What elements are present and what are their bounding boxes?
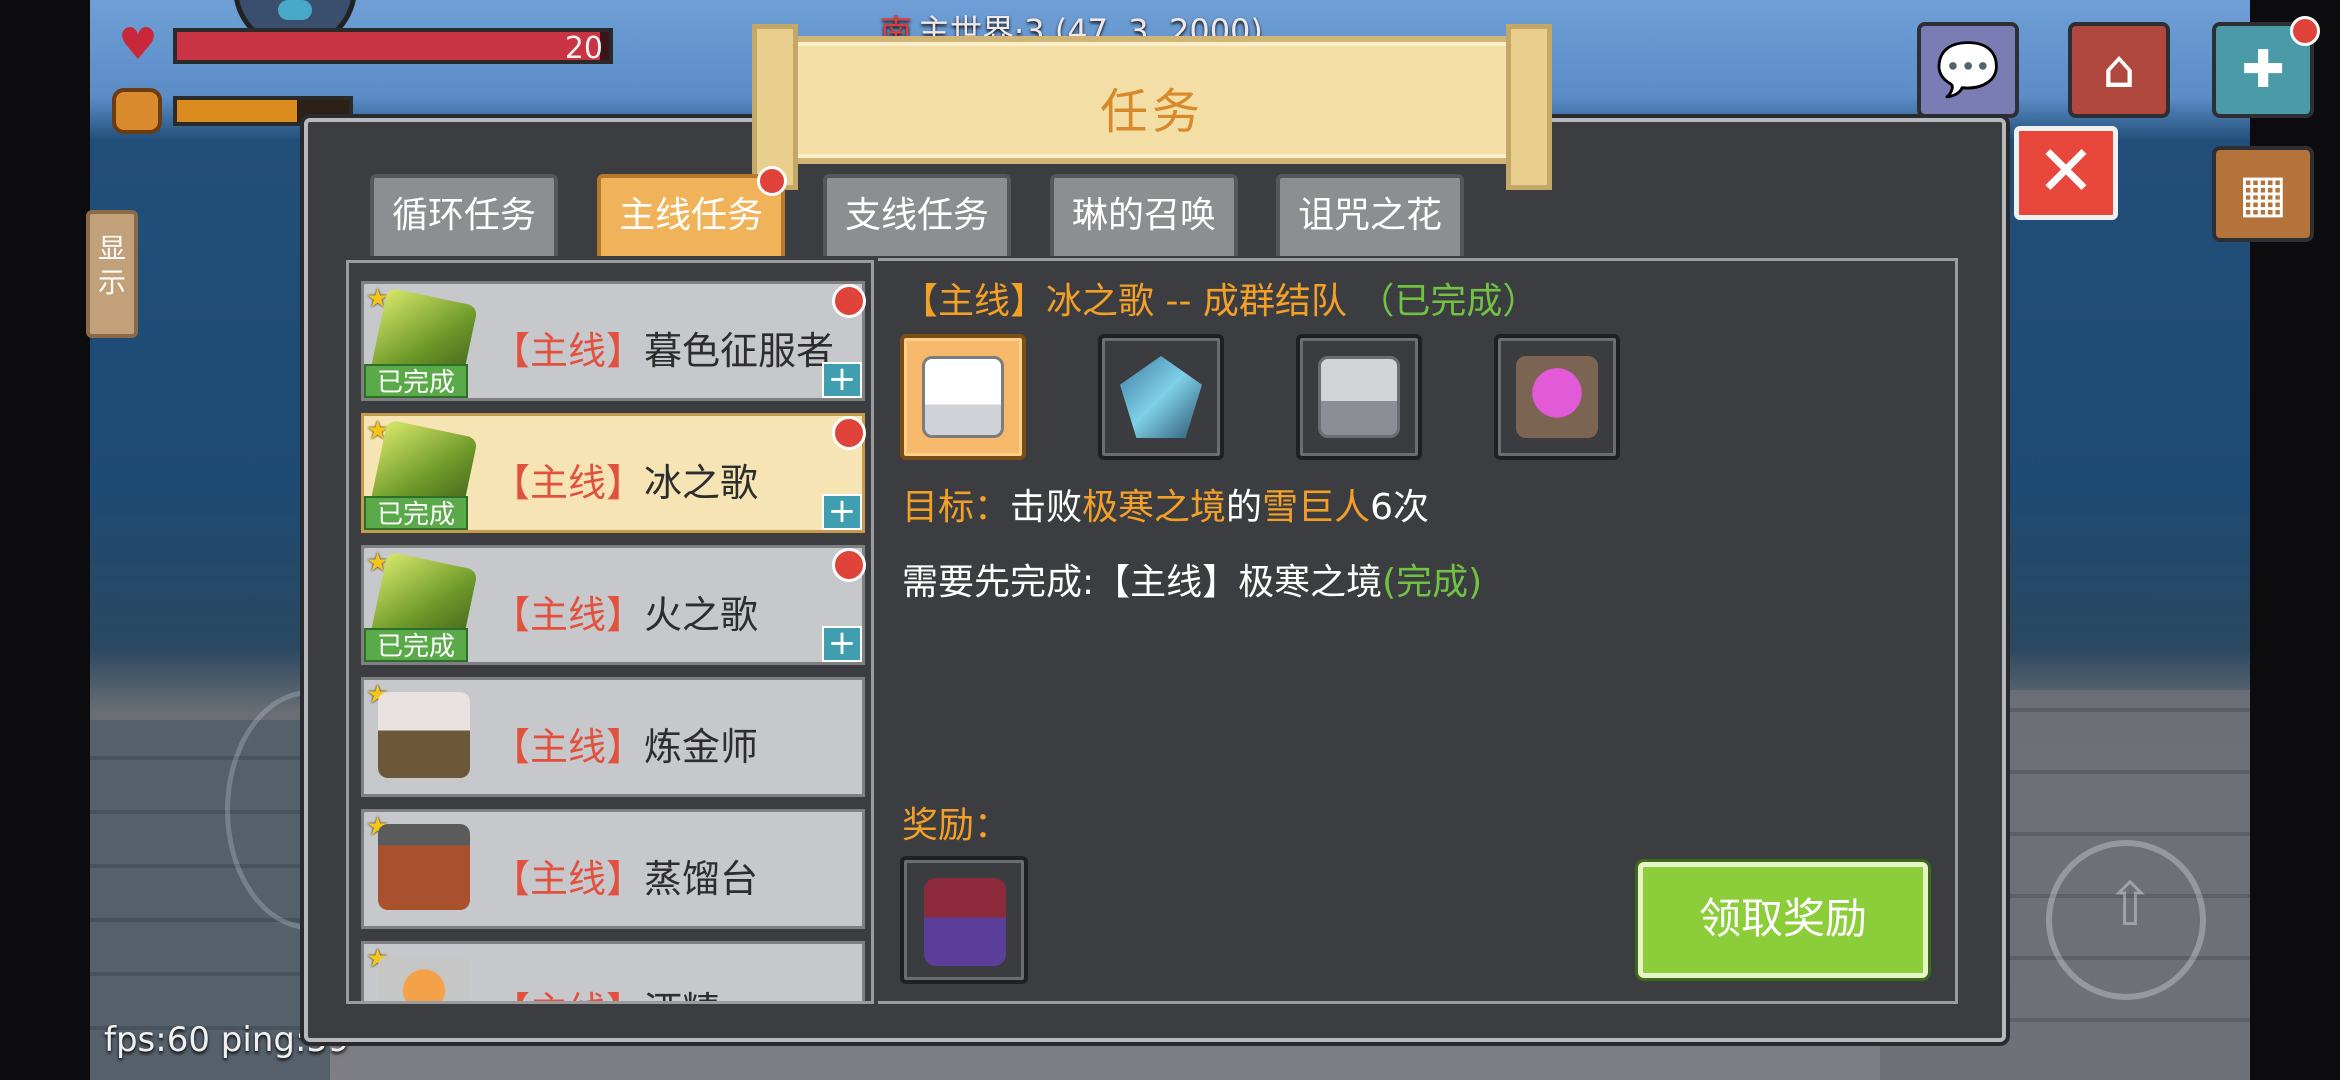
- close-button[interactable]: ✕: [2014, 126, 2118, 220]
- target-slot-selected[interactable]: [900, 334, 1026, 460]
- tab-label: 主线任务: [618, 195, 763, 236]
- health-value: 20: [564, 31, 603, 66]
- tab-label: 琳的召唤: [1071, 195, 1216, 236]
- tab-label: 诅咒之花: [1297, 195, 1442, 236]
- health-bar-fill: [177, 32, 601, 60]
- blocks-button[interactable]: ▦: [2212, 146, 2314, 242]
- expand-plus-button[interactable]: +: [822, 362, 862, 398]
- quest-prerequisite: 需要先完成:【主线】极寒之境(完成): [902, 562, 1483, 603]
- spirit-lamp-icon: [378, 956, 470, 1001]
- completed-label: 已完成: [364, 628, 468, 662]
- health-bar: 20: [173, 28, 613, 66]
- quest-title: 【主线】蒸馏台: [492, 857, 759, 901]
- tab-label: 支线任务: [844, 195, 989, 236]
- up-arrow-icon: ⇧: [2105, 870, 2156, 940]
- cubes-icon: ▦: [2238, 164, 2288, 224]
- add-button[interactable]: ✚: [2212, 16, 2320, 118]
- ice-shard-icon: [1120, 356, 1202, 438]
- alchemy-table-icon: [378, 692, 470, 778]
- completed-label: 已完成: [364, 496, 468, 530]
- tab-main-quests[interactable]: 主线任务: [597, 166, 787, 256]
- gift-bag-icon: [924, 878, 1006, 966]
- target-slot[interactable]: [1296, 334, 1422, 460]
- quest-item[interactable]: ★ 【主线】酒精: [361, 941, 865, 1001]
- chat-bubble-icon: 💬: [1935, 40, 2001, 100]
- panel-title: 任务: [1099, 84, 1204, 140]
- quest-detail-title: 【主线】冰之歌 -- 成群结队 （已完成）: [902, 281, 1539, 322]
- ice-golem-icon: [1318, 356, 1400, 438]
- quest-title-banner: 任务: [752, 24, 1552, 190]
- crystal-egg-icon: [1516, 356, 1598, 438]
- reward-label: 奖励：: [902, 805, 1011, 846]
- heart-icon: ♥: [118, 19, 158, 70]
- quest-title: 【主线】冰之歌: [492, 461, 759, 505]
- quest-goal: 目标：击败极寒之境的雪巨人6次: [902, 487, 1429, 528]
- tab-loop-quests[interactable]: 循环任务: [370, 174, 558, 256]
- tab-label: 循环任务: [391, 195, 536, 236]
- quest-item[interactable]: ★ 【主线】火之歌 已完成 +: [361, 545, 866, 665]
- chat-button[interactable]: 💬: [1917, 22, 2019, 118]
- quest-title: 【主线】火之歌: [492, 593, 759, 637]
- claim-reward-button[interactable]: 领取奖励: [1638, 862, 1928, 978]
- target-slot[interactable]: [1494, 334, 1620, 460]
- quest-title: 【主线】暮色征服者: [492, 329, 835, 373]
- expand-plus-button[interactable]: +: [822, 626, 862, 662]
- distiller-icon: [378, 824, 470, 910]
- show-chat-tab[interactable]: 显示: [86, 210, 138, 338]
- shop-button[interactable]: ⌂: [2068, 22, 2170, 118]
- quest-notification-dot: [832, 548, 866, 582]
- quest-notification-dot: [832, 416, 866, 450]
- tab-notification-dot: [757, 166, 787, 196]
- tab-lin-summon[interactable]: 琳的召唤: [1050, 174, 1238, 256]
- target-slot[interactable]: [1098, 334, 1224, 460]
- quest-item[interactable]: ★ 【主线】暮色征服者 已完成 +: [361, 281, 866, 401]
- snowman-icon: [922, 356, 1004, 438]
- expand-plus-button[interactable]: +: [822, 494, 862, 530]
- shop-icon: ⌂: [2102, 40, 2136, 100]
- quest-item[interactable]: ★ 【主线】蒸馏台: [361, 809, 865, 929]
- quest-item[interactable]: ★ 【主线】炼金师: [361, 677, 865, 797]
- quest-list[interactable]: ★ 【主线】暮色征服者 已完成 + ★ 【主线】冰之歌 已完成 + ★ 【主线】…: [346, 260, 874, 1004]
- tab-cursed-flower[interactable]: 诅咒之花: [1276, 174, 1464, 256]
- completed-label: 已完成: [364, 364, 468, 398]
- reward-slot[interactable]: [900, 856, 1028, 984]
- tab-side-quests[interactable]: 支线任务: [823, 174, 1011, 256]
- hunger-bar-fill: [177, 100, 298, 122]
- background-edge-left: [0, 0, 90, 1080]
- notification-dot: [2290, 16, 2320, 46]
- close-icon: ✕: [2036, 130, 2096, 212]
- hunger-icon: [112, 88, 162, 134]
- show-chat-label: 显示: [97, 232, 126, 299]
- quest-title: 【主线】酒精: [492, 980, 720, 1001]
- quest-item-selected[interactable]: ★ 【主线】冰之歌 已完成 +: [361, 413, 866, 533]
- quest-title: 【主线】炼金师: [492, 725, 759, 769]
- quest-notification-dot: [832, 284, 866, 318]
